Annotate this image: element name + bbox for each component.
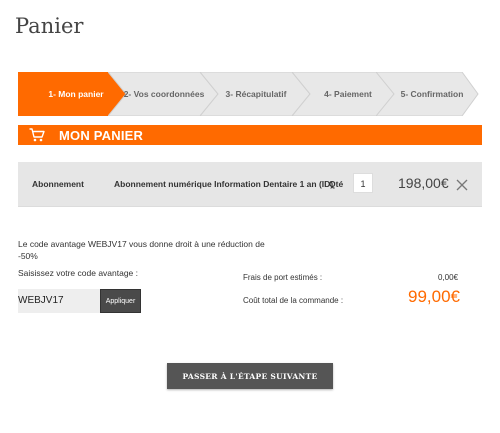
promo-message: Le code avantage WEBJV17 vous donne droi… (18, 239, 265, 261)
quantity-label: Qté (329, 179, 344, 189)
step-label: 2- Vos coordonnées (123, 89, 205, 99)
shipping-value: 0,00€ (438, 273, 459, 282)
next-step-button[interactable]: PASSER À L'ÉTAPE SUIVANTE (167, 363, 333, 389)
step-recapitulatif[interactable]: 3- Récapitulatif (200, 72, 311, 116)
step-label: 1- Mon panier (48, 89, 104, 99)
step-mon-panier[interactable]: 1- Mon panier (18, 72, 128, 116)
promo-code-input[interactable]: WEBJV17 (18, 289, 100, 313)
order-total-value: 99,00€ (408, 287, 460, 306)
cart-icon (29, 128, 45, 142)
quantity-input[interactable]: 1 (353, 173, 373, 193)
close-icon[interactable] (456, 178, 468, 191)
cart-item-row: Abonnement Abonnement numérique Informat… (18, 162, 482, 207)
page-title: Panier (15, 14, 84, 38)
section-title: MON PANIER (59, 127, 144, 143)
step-label: 3- Récapitulatif (225, 89, 287, 99)
step-confirmation[interactable]: 5- Confirmation (376, 72, 479, 116)
cart-item-description: Abonnement numérique Information Dentair… (114, 179, 334, 189)
step-label: 4- Paiement (324, 89, 372, 99)
step-vos-coordonnees[interactable]: 2- Vos coordonnées (108, 72, 219, 116)
apply-promo-button[interactable]: Appliquer (100, 289, 141, 313)
cart-item-type: Abonnement (32, 179, 84, 189)
shipping-label: Frais de port estimés : (243, 273, 323, 282)
checkout-stepper: 1- Mon panier 2- Vos coordonnées 3- Réca… (18, 72, 479, 116)
step-label: 5- Confirmation (400, 89, 464, 99)
cart-item-price: 198,00€ (398, 175, 449, 191)
promo-code-label: Saisissez votre code avantage : (18, 268, 139, 278)
section-header: MON PANIER (18, 125, 482, 145)
order-total-label: Coût total de la commande : (243, 296, 344, 305)
